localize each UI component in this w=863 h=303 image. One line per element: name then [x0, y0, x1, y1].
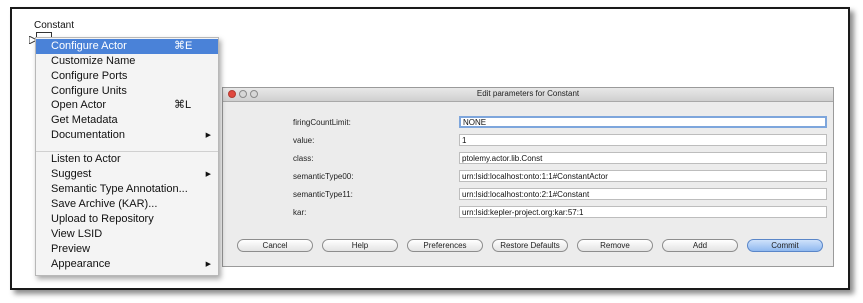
semantictype11-field[interactable]: urn:lsid:localhost:onto:2:1#Constant — [459, 188, 827, 200]
menu-item-get-metadata[interactable]: Get Metadata — [36, 113, 218, 128]
menu-item-upload-to-repository[interactable]: Upload to Repository — [36, 212, 218, 227]
restore-defaults-button[interactable]: Restore Defaults — [492, 239, 568, 252]
param-label: value: — [293, 136, 315, 145]
menu-item-configure-units[interactable]: Configure Units — [36, 84, 218, 99]
menu-item-view-lsid[interactable]: View LSID — [36, 227, 218, 242]
param-row-class: class: ptolemy.actor.lib.Const — [223, 151, 833, 167]
menu-item-configure-ports[interactable]: Configure Ports — [36, 69, 218, 84]
shortcut-label: ⌘L — [174, 99, 192, 111]
param-label: class: — [293, 154, 314, 163]
value-field[interactable]: 1 — [459, 134, 827, 146]
submenu-arrow-icon: ▶ — [205, 132, 211, 139]
menu-item-customize-name[interactable]: Customize Name — [36, 54, 218, 69]
actor-context-menu: Configure Actor ⌘E Customize Name Config… — [35, 37, 219, 276]
menu-item-open-actor[interactable]: Open Actor ⌘L — [36, 98, 218, 113]
param-label: semanticType11: — [293, 190, 353, 199]
remove-button[interactable]: Remove — [577, 239, 653, 252]
firingcountlimit-field[interactable]: NONE — [459, 116, 827, 128]
kar-field[interactable]: urn:lsid:kepler-project.org:kar:57:1 — [459, 206, 827, 218]
dialog-titlebar[interactable]: Edit parameters for Constant — [223, 88, 833, 102]
submenu-arrow-icon: ▶ — [205, 171, 211, 178]
menu-item-save-archive[interactable]: Save Archive (KAR)... — [36, 197, 218, 212]
shortcut-label: ⌘E — [174, 40, 193, 52]
commit-button[interactable]: Commit — [747, 239, 823, 252]
menu-item-documentation[interactable]: Documentation ▶ — [36, 128, 218, 143]
menu-item-appearance[interactable]: Appearance ▶ — [36, 257, 218, 272]
menu-item-suggest[interactable]: Suggest ▶ — [36, 167, 218, 182]
param-row-kar: kar: urn:lsid:kepler-project.org:kar:57:… — [223, 205, 833, 221]
add-button[interactable]: Add — [662, 239, 738, 252]
dialog-button-row: Cancel Help Preferences Restore Defaults… — [237, 239, 823, 252]
param-row-semantictype00: semanticType00: urn:lsid:localhost:onto:… — [223, 169, 833, 185]
preferences-button[interactable]: Preferences — [407, 239, 483, 252]
menu-item-configure-actor[interactable]: Configure Actor ⌘E — [36, 39, 218, 54]
param-label: firingCountLimit: — [293, 118, 351, 127]
menu-item-semantic-type-annotation[interactable]: Semantic Type Annotation... — [36, 182, 218, 197]
help-button[interactable]: Help — [322, 239, 398, 252]
class-field[interactable]: ptolemy.actor.lib.Const — [459, 152, 827, 164]
param-label: kar: — [293, 208, 307, 217]
submenu-arrow-icon: ▶ — [205, 261, 211, 268]
semantictype00-field[interactable]: urn:lsid:localhost:onto:1:1#ConstantActo… — [459, 170, 827, 182]
menu-item-listen-to-actor[interactable]: Listen to Actor — [36, 152, 218, 167]
dialog-title: Edit parameters for Constant — [476, 89, 580, 98]
edit-parameters-dialog: Edit parameters for Constant firingCount… — [222, 87, 834, 267]
param-row-value: value: 1 — [223, 133, 833, 149]
cancel-button[interactable]: Cancel — [237, 239, 313, 252]
menu-item-preview[interactable]: Preview — [36, 242, 218, 257]
actor-label: Constant — [34, 20, 75, 31]
param-row-firingcountlimit: firingCountLimit: NONE — [223, 115, 833, 131]
param-row-semantictype11: semanticType11: urn:lsid:localhost:onto:… — [223, 187, 833, 203]
param-label: semanticType00: — [293, 172, 354, 181]
